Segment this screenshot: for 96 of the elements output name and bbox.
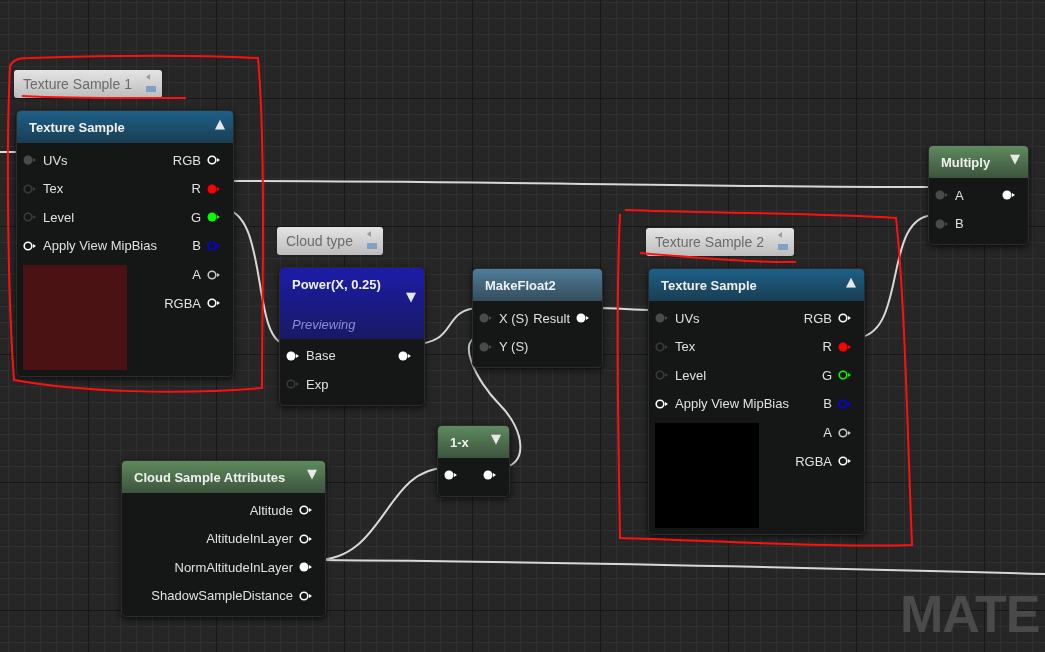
pin-label: Base	[306, 347, 336, 366]
output-pin[interactable]	[398, 350, 412, 361]
pin-label: Level	[675, 366, 707, 385]
material-node[interactable]: Power(X, 0.25) ▼ Previewing Base Exp	[279, 267, 425, 406]
output-pin[interactable]	[207, 298, 221, 309]
pin-label: X (S)	[499, 309, 529, 328]
node-header[interactable]: Multiply ▼	[929, 146, 1028, 178]
output-pin[interactable]	[838, 313, 852, 324]
comment-text: Texture Sample 2	[655, 232, 764, 252]
output-pin[interactable]	[207, 155, 221, 166]
output-pin[interactable]	[483, 470, 497, 481]
input-pin[interactable]	[286, 350, 300, 361]
node-title: MakeFloat2	[485, 277, 556, 294]
pin-label: A	[955, 186, 964, 205]
node-header[interactable]: Texture Sample ▲	[649, 269, 864, 301]
material-node[interactable]: Multiply ▼ A B	[928, 145, 1029, 246]
comment-bubble[interactable]: Cloud type	[277, 227, 383, 255]
pin-label: RGB	[803, 309, 832, 328]
input-pin[interactable]	[935, 218, 949, 229]
node-title: Texture Sample	[661, 277, 757, 294]
comment-text: Cloud type	[286, 231, 353, 251]
node-header[interactable]: MakeFloat2	[473, 269, 602, 301]
input-pin[interactable]	[23, 155, 37, 166]
pin-label: Level	[43, 208, 75, 227]
input-pin[interactable]	[655, 370, 669, 381]
node-subtitle: Previewing	[292, 316, 357, 334]
input-pin[interactable]	[23, 241, 37, 252]
pin-label: R	[822, 338, 832, 357]
pin-label: A	[823, 423, 832, 442]
pin-label: B	[955, 215, 964, 234]
output-pin[interactable]	[299, 533, 313, 544]
pin-label: RGB	[172, 151, 201, 170]
comment-text: Texture Sample 1	[23, 74, 132, 94]
output-pin[interactable]	[207, 212, 221, 223]
pin-label: Tex	[43, 180, 64, 199]
comment-bubble[interactable]: Texture Sample 2	[646, 228, 794, 256]
output-pin[interactable]	[838, 427, 852, 438]
pin-label: A	[192, 265, 201, 284]
pin-label: Altitude	[249, 501, 293, 520]
pin-label: B	[192, 237, 201, 256]
input-pin[interactable]	[935, 190, 949, 201]
pin-label: Y (S)	[499, 338, 529, 357]
output-pin[interactable]	[1002, 190, 1016, 201]
collapse-toggle[interactable]: ▼	[1010, 152, 1020, 165]
collapse-toggle[interactable]: ▲	[215, 117, 225, 130]
node-header[interactable]: 1-x ▼	[438, 426, 509, 458]
input-pin[interactable]	[655, 313, 669, 324]
pin-label: Apply View MipBias	[43, 237, 157, 256]
input-pin[interactable]	[479, 313, 493, 324]
input-pin[interactable]	[286, 379, 300, 390]
node-title: Cloud Sample Attributes	[134, 469, 286, 486]
collapse-toggle[interactable]: ▲	[846, 275, 856, 288]
output-pin[interactable]	[299, 562, 313, 573]
pin-label: R	[191, 180, 201, 199]
node-header[interactable]: Cloud Sample Attributes ▼	[122, 461, 325, 493]
pin-label: B	[823, 395, 832, 414]
input-pin[interactable]	[655, 341, 669, 352]
material-node[interactable]: Texture Sample ▲ UVs Tex Level Apply View MipBias RGB R G B A RGBA	[16, 110, 234, 378]
node-title: Texture Sample	[29, 119, 125, 136]
node-title: Power(X, 0.25)	[292, 276, 381, 293]
pin-label: Apply View MipBias	[675, 395, 789, 414]
output-pin[interactable]	[576, 313, 590, 324]
collapse-toggle[interactable]: ▼	[307, 467, 317, 480]
pin-label: G	[821, 366, 832, 385]
collapse-toggle[interactable]: ▼	[491, 432, 501, 445]
input-pin[interactable]	[479, 341, 493, 352]
material-node[interactable]: Texture Sample ▲ UVs Tex Level Apply View MipBias RGB R G B A RGBA	[648, 268, 865, 536]
output-pin[interactable]	[299, 591, 313, 602]
material-node[interactable]: Cloud Sample Attributes ▼ Altitude AltitudeInLayer NormAltitudeInLayer ShadowSampleDistance	[121, 460, 326, 618]
pin-label: Result	[533, 309, 570, 328]
pin-label: Tex	[675, 338, 696, 357]
pin-label: NormAltitudeInLayer	[174, 558, 293, 577]
output-pin[interactable]	[838, 456, 852, 467]
node-header[interactable]: Power(X, 0.25) ▼ Previewing	[280, 268, 424, 339]
output-pin[interactable]	[207, 269, 221, 280]
output-pin[interactable]	[838, 370, 852, 381]
input-pin[interactable]	[444, 470, 458, 481]
input-pin[interactable]	[655, 399, 669, 410]
pin-label: UVs	[43, 151, 68, 170]
input-pin[interactable]	[23, 212, 37, 223]
comment-bubble[interactable]: Texture Sample 1	[14, 70, 162, 98]
pin-label: ShadowSampleDistance	[151, 587, 293, 606]
pin-label: AltitudeInLayer	[206, 530, 293, 549]
output-pin[interactable]	[299, 505, 313, 516]
pin-label: G	[190, 208, 201, 227]
input-pin[interactable]	[23, 183, 37, 194]
node-title: 1-x	[450, 434, 469, 451]
node-header[interactable]: Texture Sample ▲	[17, 111, 233, 143]
pin-label: Exp	[306, 375, 329, 394]
material-node[interactable]: MakeFloat2 X (S) Y (S) Result	[472, 268, 603, 369]
material-node[interactable]: 1-x ▼	[437, 425, 510, 497]
pin-label: UVs	[675, 309, 700, 328]
pin-label: RGBA	[164, 294, 201, 313]
pin-label: RGBA	[795, 452, 832, 471]
collapse-toggle[interactable]: ▼	[406, 290, 416, 303]
node-title: Multiply	[941, 154, 991, 171]
